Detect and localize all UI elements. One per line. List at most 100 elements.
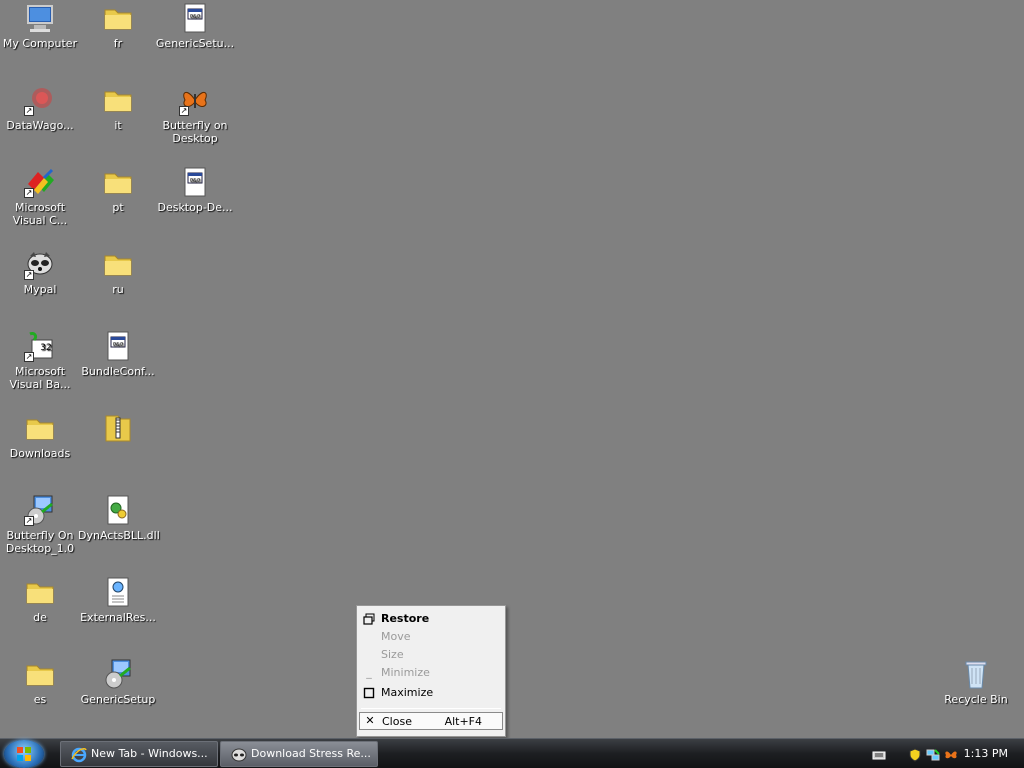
desktop-icon-externalres[interactable]: ExternalRes... <box>78 576 158 624</box>
zip-folder-icon <box>102 412 134 444</box>
desktop-icon-fr[interactable]: fr <box>78 2 158 50</box>
installer-icon: ↗ <box>24 494 56 526</box>
dll-icon <box>102 494 134 526</box>
network-icon[interactable] <box>926 747 940 761</box>
icon-label: ru <box>112 283 124 296</box>
installer-icon <box>102 658 134 690</box>
desktop-icon-ms-visual-c[interactable]: ↗ Microsoft Visual C... <box>0 166 80 227</box>
desktop-icon-it[interactable]: it <box>78 84 158 132</box>
ie-icon <box>71 747 87 763</box>
icon-label: Recycle Bin <box>944 693 1008 706</box>
svg-text:0&0: 0&0 <box>190 14 200 20</box>
restore-icon <box>363 613 375 625</box>
shortcut-arrow-icon: ↗ <box>24 352 34 362</box>
menu-item-label: Restore <box>381 612 430 625</box>
icon-label: it <box>114 119 122 132</box>
icon-label: de <box>33 611 47 624</box>
desktop-icon-downloads[interactable]: Downloads <box>0 412 80 460</box>
menu-item-move: Move <box>359 628 503 646</box>
icon-label: GenericSetup <box>80 693 156 706</box>
desktop-icon-butterfly-setup[interactable]: ↗ Butterfly On Desktop_1.0 <box>0 494 80 555</box>
butterfly-icon[interactable] <box>944 747 958 761</box>
desktop-icon-genericsetup[interactable]: GenericSetup <box>78 658 158 706</box>
icon-label: Butterfly on Desktop <box>162 119 228 145</box>
desktop-icon-ms-visual-basic[interactable]: 32 ↗ Microsoft Visual Ba... <box>0 330 80 391</box>
menu-item-size: Size <box>359 646 503 664</box>
menu-item-label: Move <box>381 630 411 643</box>
maximize-icon <box>363 687 375 699</box>
icon-label: fr <box>113 37 123 50</box>
menu-item-accelerator: Alt+F4 <box>444 715 482 728</box>
system-tray: 1:13 PM <box>864 739 1024 768</box>
keyboard-icon[interactable] <box>872 747 886 761</box>
desktop-icon-datawagon[interactable]: ↗ DataWago... <box>0 84 80 132</box>
security-shield-icon[interactable] <box>908 747 922 762</box>
document-icon: 0&0 <box>102 330 134 362</box>
folder-icon <box>24 576 56 608</box>
datawagon-icon: ↗ <box>24 84 56 116</box>
icon-label: BundleConf... <box>81 365 155 378</box>
clock[interactable]: 1:13 PM <box>964 739 1008 768</box>
desktop-icon-genericsetup-doc[interactable]: 0&0 GenericSetu... <box>155 2 235 50</box>
folder-icon <box>24 412 56 444</box>
desktop-icon-desktop-de[interactable]: 0&0 Desktop-De... <box>155 166 235 214</box>
menu-item-restore[interactable]: Restore <box>359 610 503 628</box>
menu-item-close[interactable]: ✕ Close Alt+F4 <box>359 712 503 730</box>
document-icon: 0&0 <box>179 2 211 34</box>
icon-label: Butterfly On Desktop_1.0 <box>5 529 75 555</box>
folder-icon <box>102 248 134 280</box>
menu-item-maximize[interactable]: Maximize <box>359 684 503 702</box>
menu-item-label: Maximize <box>381 686 434 699</box>
svg-text:0&0: 0&0 <box>190 178 200 184</box>
svg-text:0&0: 0&0 <box>113 342 123 348</box>
desktop-icon-mypal[interactable]: ↗ Mypal <box>0 248 80 296</box>
visual-basic-icon: 32 ↗ <box>24 330 56 362</box>
shortcut-arrow-icon: ↗ <box>24 188 34 198</box>
task-label: New Tab - Windows... <box>91 747 208 760</box>
recycle-bin-icon <box>960 658 992 690</box>
taskbar-button-mypal[interactable]: Download Stress Re... <box>220 741 378 767</box>
visual-studio-icon: ↗ <box>24 166 56 198</box>
icon-label: es <box>33 693 47 706</box>
close-icon: ✕ <box>365 714 375 727</box>
shortcut-arrow-icon: ↗ <box>24 516 34 526</box>
mypal-icon <box>231 747 247 763</box>
icon-label: DynActsBLL.dll <box>78 529 160 542</box>
desktop-icon-pt[interactable]: pt <box>78 166 158 214</box>
desktop-icon-my-computer[interactable]: My Computer <box>0 2 80 50</box>
icon-label: Mypal <box>23 283 57 296</box>
desktop-icon-bundleconf[interactable]: 0&0 BundleConf... <box>78 330 158 378</box>
menu-separator <box>361 708 501 709</box>
icon-label: My Computer <box>2 37 78 50</box>
folder-icon <box>24 658 56 690</box>
document-icon: 0&0 <box>179 166 211 198</box>
icon-label: Microsoft Visual C... <box>12 201 68 227</box>
start-button[interactable] <box>4 740 44 768</box>
computer-icon <box>24 2 56 34</box>
icon-label: Desktop-De... <box>157 201 233 214</box>
desktop-icon-ru[interactable]: ru <box>78 248 158 296</box>
folder-icon <box>102 166 134 198</box>
icon-label: GenericSetu... <box>155 37 235 50</box>
minimize-icon: _ <box>366 666 372 679</box>
windows-logo-icon <box>16 746 32 762</box>
desktop-icon-butterfly-on-desktop[interactable]: ↗ Butterfly on Desktop <box>155 84 235 145</box>
desktop-icon-zip-folder[interactable] <box>78 412 158 447</box>
desktop-icon-es[interactable]: es <box>0 658 80 706</box>
desktop-icon-dynactsbll[interactable]: DynActsBLL.dll <box>78 494 160 542</box>
menu-item-label: Minimize <box>381 666 430 679</box>
icon-label: Downloads <box>9 447 71 460</box>
shortcut-arrow-icon: ↗ <box>179 106 189 116</box>
task-label: Download Stress Re... <box>251 747 371 760</box>
desktop-icon-recycle-bin[interactable]: Recycle Bin <box>936 658 1016 706</box>
shortcut-arrow-icon: ↗ <box>24 106 34 116</box>
window-system-menu: Restore Move Size _ Minimize Maximize ✕ … <box>356 605 506 737</box>
menu-item-minimize: _ Minimize <box>359 664 503 682</box>
menu-item-label: Close <box>382 715 412 728</box>
taskbar-button-ie[interactable]: New Tab - Windows... <box>60 741 218 767</box>
desktop-icon-de[interactable]: de <box>0 576 80 624</box>
icon-label: ExternalRes... <box>80 611 156 624</box>
folder-icon <box>102 2 134 34</box>
mypal-icon: ↗ <box>24 248 56 280</box>
butterfly-icon: ↗ <box>179 84 211 116</box>
